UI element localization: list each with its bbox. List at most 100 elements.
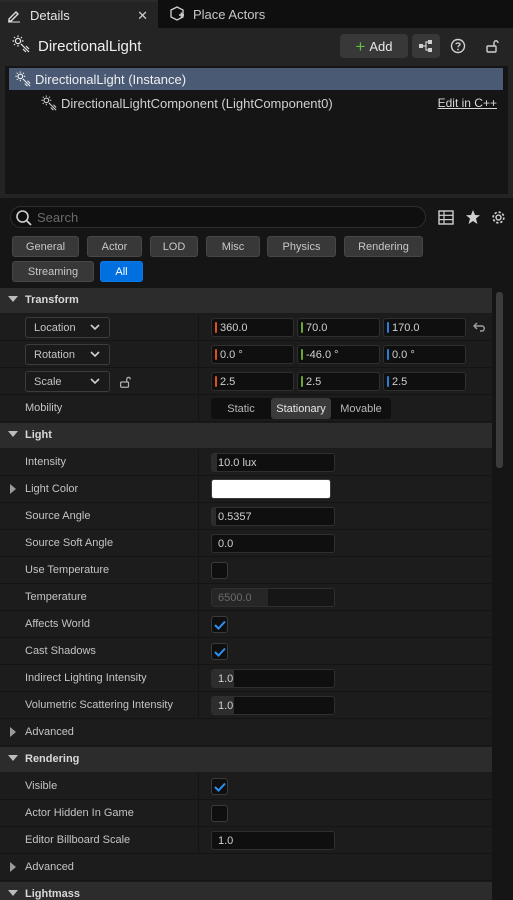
intensity-value: 10.0 lux	[218, 456, 257, 469]
column-divider	[198, 800, 199, 827]
category-lod[interactable]: LOD	[150, 236, 198, 257]
indirect-lighting-intensity-label: Indirect Lighting Intensity	[25, 672, 147, 684]
details-header: DirectionalLight + Add DirectionalLight …	[0, 28, 513, 198]
source-soft-angle-value: 0.0	[218, 537, 234, 550]
expand-arrow-icon[interactable]	[10, 484, 16, 494]
blueprint-icon	[419, 40, 432, 52]
tab-details[interactable]: Details ✕	[0, 0, 158, 28]
unlock-icon[interactable]	[118, 375, 132, 389]
location-z-field[interactable]: 170.0	[383, 318, 466, 337]
mobility-option-movable[interactable]: Movable	[331, 398, 391, 419]
location-x-field[interactable]: 360.0	[211, 318, 294, 337]
property-editor-billboard-scale: Editor Billboard Scale 1.0	[0, 827, 492, 854]
rendering-advanced-group[interactable]: Advanced	[0, 854, 492, 881]
property-actor-hidden-in-game: Actor Hidden In Game	[0, 800, 492, 827]
actor-hidden-in-game-checkbox[interactable]	[211, 805, 228, 822]
scrollbar-thumb[interactable]	[496, 292, 503, 468]
section-rendering[interactable]: Rendering	[0, 747, 492, 772]
light-color-label: Light Color	[25, 483, 79, 495]
rotation-z-field[interactable]: 0.0 °	[383, 345, 466, 364]
category-actor[interactable]: Actor	[87, 236, 142, 257]
checkmark-icon	[213, 782, 226, 792]
source-soft-angle-label: Source Soft Angle	[25, 537, 114, 549]
collapse-arrow-icon	[8, 890, 18, 896]
rotation-label: Rotation	[34, 348, 75, 361]
volumetric-scattering-intensity-field[interactable]: 1.0	[211, 696, 335, 715]
star-icon	[466, 210, 480, 224]
search-input[interactable]	[37, 208, 417, 226]
scale-z-field[interactable]: 2.5	[383, 372, 466, 391]
section-light-label: Light	[25, 429, 52, 441]
source-angle-field[interactable]: 0.5357	[211, 507, 335, 526]
tab-details-label: Details	[30, 7, 70, 23]
temperature-field: 6500.0	[211, 588, 335, 607]
favorites-button[interactable]	[464, 208, 482, 226]
property-affects-world: Affects World	[0, 611, 492, 638]
source-soft-angle-field[interactable]: 0.0	[211, 534, 335, 553]
scale-x-field[interactable]: 2.5	[211, 372, 294, 391]
indirect-lighting-intensity-field[interactable]: 1.0	[211, 669, 335, 688]
light-color-swatch[interactable]	[211, 479, 331, 499]
column-divider	[198, 395, 199, 422]
property-intensity: Intensity 10.0 lux	[0, 449, 492, 476]
location-y-field[interactable]: 70.0	[297, 318, 380, 337]
tab-place-actors[interactable]: Place Actors	[163, 0, 313, 28]
volumetric-scattering-intensity-label: Volumetric Scattering Intensity	[25, 699, 173, 711]
mobility-option-stationary[interactable]: Stationary	[271, 398, 331, 419]
visible-label: Visible	[25, 780, 58, 792]
editor-billboard-scale-label: Editor Billboard Scale	[25, 834, 131, 846]
affects-world-checkbox[interactable]	[211, 616, 228, 633]
reset-to-default-icon[interactable]	[473, 321, 487, 333]
place-actors-icon	[169, 6, 185, 22]
category-physics[interactable]: Physics	[267, 236, 336, 257]
component-light-label: DirectionalLightComponent (LightComponen…	[61, 95, 333, 111]
section-transform[interactable]: Transform	[0, 288, 492, 313]
visible-checkbox[interactable]	[211, 778, 228, 795]
property-scale: Scale 2.5 2.5 2.5	[0, 368, 492, 395]
category-general[interactable]: General	[12, 236, 79, 257]
checkmark-icon	[213, 647, 226, 657]
directional-light-icon	[12, 35, 30, 57]
intensity-field[interactable]: 10.0 lux	[211, 453, 335, 472]
category-all[interactable]: All	[100, 261, 143, 282]
section-transform-label: Transform	[25, 294, 79, 306]
component-row-instance[interactable]: DirectionalLight (Instance)	[9, 68, 503, 90]
rotation-y-field[interactable]: -46.0 °	[297, 345, 380, 364]
settings-button[interactable]	[489, 208, 507, 226]
location-mode-dropdown[interactable]: Location	[25, 317, 110, 338]
editor-billboard-scale-value: 1.0	[218, 834, 234, 847]
component-row-light[interactable]: DirectionalLightComponent (LightComponen…	[9, 92, 503, 114]
category-misc[interactable]: Misc	[206, 236, 260, 257]
collapse-arrow-icon	[8, 431, 18, 437]
column-divider	[198, 557, 199, 584]
close-icon[interactable]: ✕	[137, 8, 148, 24]
section-rendering-label: Rendering	[25, 753, 80, 765]
lock-selection-button[interactable]	[478, 34, 506, 58]
category-streaming[interactable]: Streaming	[12, 261, 94, 282]
blueprint-button[interactable]	[412, 34, 440, 58]
column-divider	[198, 503, 199, 530]
cast-shadows-checkbox[interactable]	[211, 643, 228, 660]
chevron-down-icon	[90, 378, 100, 385]
scale-y-field[interactable]: 2.5	[297, 372, 380, 391]
property-visible: Visible	[0, 773, 492, 800]
scale-mode-dropdown[interactable]: Scale	[25, 371, 110, 392]
rotation-mode-dropdown[interactable]: Rotation	[25, 344, 110, 365]
rotation-x-field[interactable]: 0.0 °	[211, 345, 294, 364]
add-component-button[interactable]: + Add	[340, 34, 408, 58]
light-advanced-group[interactable]: Advanced	[0, 719, 492, 746]
location-label: Location	[34, 321, 76, 334]
category-rendering[interactable]: Rendering	[344, 236, 423, 257]
use-temperature-checkbox[interactable]	[211, 562, 228, 579]
edit-in-cpp-link[interactable]: Edit in C++	[438, 96, 497, 110]
expand-arrow-icon	[10, 727, 16, 737]
section-light[interactable]: Light	[0, 423, 492, 448]
scale-label: Scale	[34, 375, 62, 388]
editor-billboard-scale-field[interactable]: 1.0	[211, 831, 335, 850]
property-matrix-button[interactable]	[437, 208, 455, 226]
actor-title: DirectionalLight	[12, 35, 141, 57]
help-button[interactable]	[444, 34, 472, 58]
section-next[interactable]: Lightmass	[0, 882, 492, 900]
property-rotation: Rotation 0.0 ° -46.0 ° 0.0 °	[0, 341, 492, 368]
mobility-option-static[interactable]: Static	[211, 398, 271, 419]
